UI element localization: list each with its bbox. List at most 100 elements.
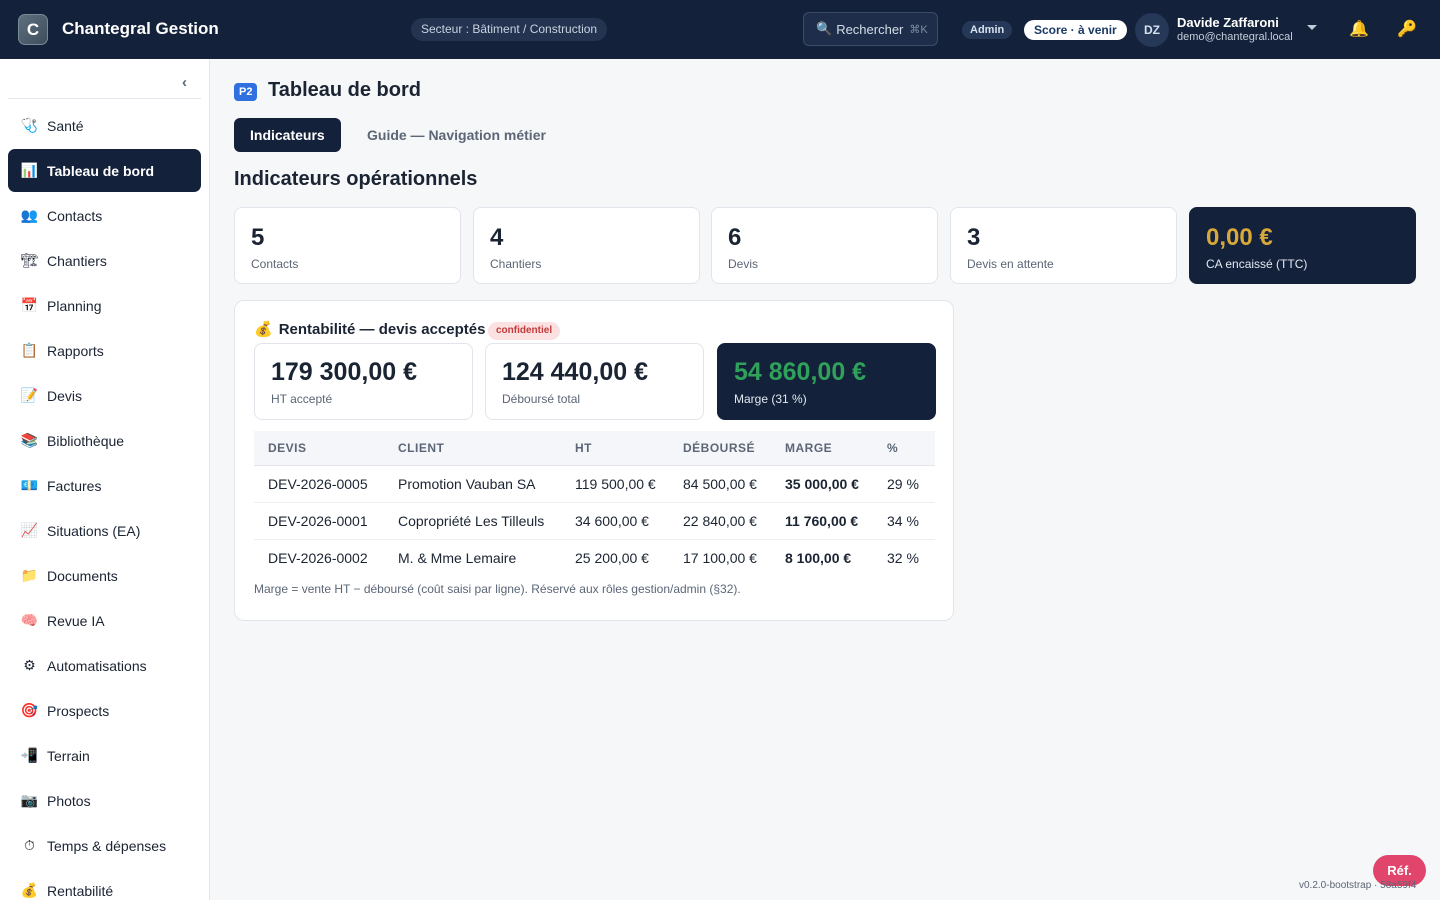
priority-badge: P2: [234, 83, 258, 101]
key-icon[interactable]: 🔑: [1397, 19, 1417, 39]
stat-label: HT accepté: [271, 392, 333, 406]
kpi-value: 0,00 €: [1206, 224, 1273, 251]
search-icon: 🔍: [816, 21, 833, 36]
cell-devis: DEV-2026-0002: [268, 549, 368, 566]
column-header-marge[interactable]: MARGE: [771, 431, 873, 466]
sidebar-item-terrain[interactable]: 📲 Terrain: [8, 734, 201, 777]
situations-ea-icon: 📈: [20, 522, 39, 538]
table-row[interactable]: DEV-2026-0001 Copropriété Les Tilleuls 3…: [254, 502, 935, 540]
sidebar-item-contacts[interactable]: 👥 Contacts: [8, 194, 201, 237]
sidebar-item-automatisations[interactable]: ⚙ Automatisations: [8, 644, 201, 687]
table-row[interactable]: DEV-2026-0002 M. & Mme Lemaire 25 200,00…: [254, 539, 935, 576]
cell-pct: 32 %: [887, 549, 919, 566]
sidebar-item-label: Photos: [47, 792, 91, 809]
sidebar-item-tableau-de-bord[interactable]: 📊 Tableau de bord: [8, 149, 201, 192]
bibliotheque-icon: 📚: [20, 432, 39, 448]
tab-indicateurs[interactable]: Indicateurs: [234, 118, 341, 152]
sidebar-item-rentabilite[interactable]: 💰 Rentabilité: [8, 869, 201, 900]
sidebar-item-devis[interactable]: 📝 Devis: [8, 374, 201, 417]
page-title: Tableau de bord: [268, 79, 421, 101]
kpi-label: Contacts: [251, 257, 299, 271]
tab-guide[interactable]: Guide — Navigation métier: [351, 118, 562, 152]
stat-value: 124 440,00 €: [502, 358, 648, 386]
sidebar-item-situations-ea[interactable]: 📈 Situations (EA): [8, 509, 201, 552]
stat-value: 54 860,00 €: [734, 358, 867, 386]
section-title: Indicateurs opérationnels: [234, 168, 478, 190]
sidebar-item-label: Automatisations: [47, 657, 147, 674]
column-header-client[interactable]: CLIENT: [384, 431, 561, 466]
terrain-icon: 📲: [20, 747, 39, 763]
sidebar-item-revue-ia[interactable]: 🧠 Revue IA: [8, 599, 201, 642]
contacts-icon: 👥: [20, 207, 39, 223]
chevron-down-icon[interactable]: [1307, 25, 1317, 30]
column-header-pct[interactable]: %: [873, 431, 935, 466]
kpi-label: Devis en attente: [967, 257, 1054, 271]
table-header-row: DEVIS CLIENT HT DÉBOURSÉ MARGE %: [254, 431, 935, 466]
kpi-label: CA encaissé (TTC): [1206, 257, 1308, 271]
cell-client: Copropriété Les Tilleuls: [384, 502, 561, 540]
column-header-debourse[interactable]: DÉBOURSÉ: [669, 431, 771, 466]
sidebar-item-photos[interactable]: 📷 Photos: [8, 779, 201, 822]
sidebar-item-label: Rentabilité: [47, 882, 114, 899]
cell-client: M. & Mme Lemaire: [398, 549, 517, 566]
stat-debourse-total: 124 440,00 € Déboursé total: [485, 343, 704, 420]
cell-devis: DEV-2026-0005: [254, 465, 384, 503]
devis-icon: 📝: [20, 387, 39, 403]
column-header-ht[interactable]: HT: [561, 431, 669, 466]
revue-ia-icon: 🧠: [20, 612, 39, 628]
sidebar-item-label: Revue IA: [47, 612, 105, 629]
kpi-card-chantiers[interactable]: 4 Chantiers: [473, 207, 700, 284]
cell-ht: 25 200,00 €: [575, 549, 649, 566]
kpi-card-devis-en-attente[interactable]: 3 Devis en attente: [950, 207, 1177, 284]
sidebar-divider: [8, 98, 201, 99]
sidebar-item-rapports[interactable]: 📋 Rapports: [8, 329, 201, 372]
automatisations-icon: ⚙: [23, 657, 36, 673]
stat-label: Marge (31 %): [734, 392, 807, 406]
sidebar-item-bibliotheque[interactable]: 📚 Bibliothèque: [8, 419, 201, 462]
kpi-value: 6: [728, 224, 742, 251]
sidebar-item-label: Documents: [47, 567, 118, 584]
sidebar-item-temps-depenses[interactable]: ⏱ Temps & dépenses: [8, 824, 201, 867]
sidebar-item-label: Bibliothèque: [47, 432, 125, 449]
kpi-label: Devis: [728, 257, 759, 271]
sidebar-item-prospects[interactable]: 🎯 Prospects: [8, 689, 201, 732]
sidebar-item-label: Devis: [47, 387, 83, 404]
version-label: v0.2.0-bootstrap · 58a59f4: [1299, 880, 1417, 891]
kpi-value: 4: [490, 224, 504, 251]
bell-icon[interactable]: 🔔: [1349, 19, 1369, 39]
cell-debourse: 17 100,00 €: [683, 549, 757, 566]
sidebar-item-label: Temps & dépenses: [47, 837, 167, 854]
sidebar-item-documents[interactable]: 📁 Documents: [8, 554, 201, 597]
sidebar-item-planning[interactable]: 📅 Planning: [8, 284, 201, 327]
rapports-icon: 📋: [20, 342, 39, 358]
app-title[interactable]: Chantegral Gestion: [62, 19, 219, 39]
collapse-sidebar-icon[interactable]: ‹: [182, 74, 187, 91]
search-button[interactable]: 🔍 Rechercher ⌘K: [803, 12, 938, 46]
sidebar-item-label: Situations (EA): [47, 522, 141, 539]
column-header-devis[interactable]: DEVIS: [254, 431, 384, 466]
sidebar-item-label: Terrain: [47, 747, 90, 764]
kpi-card-ca-encaisse[interactable]: 0,00 € CA encaissé (TTC): [1189, 207, 1416, 284]
kpi-value: 3: [967, 224, 981, 251]
kpi-card-contacts[interactable]: 5 Contacts: [234, 207, 461, 284]
sidebar-item-label: Prospects: [47, 702, 110, 719]
sidebar-item-chantiers[interactable]: 🏗 Chantiers: [8, 239, 201, 282]
sidebar: ‹ 🩺 Santé 📊 Tableau de bord 👥 Contacts 🏗 Chanti…: [0, 59, 210, 900]
sidebar-item-sante[interactable]: 🩺 Santé: [8, 104, 201, 147]
sidebar-item-label: Factures: [47, 477, 102, 494]
user-name[interactable]: Davide Zaffaroni: [1177, 15, 1279, 30]
stat-marge: 54 860,00 € Marge (31 %): [717, 343, 936, 420]
devis-table: DEVIS CLIENT HT DÉBOURSÉ MARGE % DEV-202…: [254, 431, 935, 576]
kpi-card-devis[interactable]: 6 Devis: [711, 207, 938, 284]
sidebar-item-factures[interactable]: 💶 Factures: [8, 464, 201, 507]
search-shortcut: ⌘K: [909, 23, 928, 36]
stat-value: 179 300,00 €: [271, 358, 417, 386]
avatar[interactable]: DZ: [1135, 13, 1169, 47]
table-row[interactable]: DEV-2026-0005 Promotion Vauban SA 119 50…: [254, 465, 935, 503]
top-bar: C Chantegral Gestion Secteur : Bâtiment …: [0, 0, 1440, 59]
app-logo[interactable]: C: [18, 14, 48, 45]
rentabilite-icon: 💰: [20, 882, 39, 898]
planning-icon: 📅: [20, 297, 39, 313]
profitability-title-text: Rentabilité — devis acceptés: [278, 320, 486, 338]
search-label: Rechercher: [836, 21, 904, 37]
